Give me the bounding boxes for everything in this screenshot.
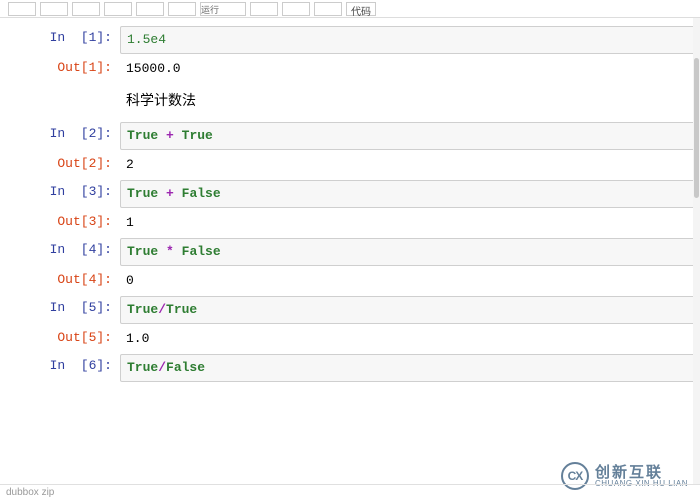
code-cell[interactable]: In [5]: True/True	[0, 296, 700, 324]
status-bar: dubbox zip	[0, 484, 700, 500]
toolbar-button[interactable]	[250, 2, 278, 16]
token-op: /	[158, 360, 166, 375]
cell-output: 0	[120, 268, 700, 294]
toolbar-button[interactable]	[40, 2, 68, 16]
toolbar-button[interactable]	[8, 2, 36, 16]
vertical-scrollbar[interactable]	[693, 18, 700, 484]
toolbar-button[interactable]	[314, 2, 342, 16]
code-cell[interactable]: In [6]: True/False	[0, 354, 700, 382]
code-input[interactable]: True/False	[120, 354, 700, 382]
out-prompt: Out[3]:	[0, 210, 120, 234]
cell-output: 1.0	[120, 326, 700, 352]
in-prompt: In [5]:	[0, 296, 120, 320]
toolbar-button[interactable]	[168, 2, 196, 16]
token-bool: False	[182, 186, 221, 201]
token-number: 1.5e4	[127, 32, 166, 47]
token-op: +	[166, 186, 174, 201]
in-prompt: In [3]:	[0, 180, 120, 204]
code-input[interactable]: True + True	[120, 122, 700, 150]
toolbar: 运行 代码	[0, 0, 700, 18]
in-prompt: In [1]:	[0, 26, 120, 50]
output-row: Out[2]: 2	[0, 152, 700, 178]
output-row: Out[4]: 0	[0, 268, 700, 294]
cell-output: 2	[120, 152, 700, 178]
out-prompt: Out[1]:	[0, 56, 120, 80]
token-bool: True	[127, 360, 158, 375]
run-button[interactable]: 运行	[200, 2, 246, 16]
cell-output: 1	[120, 210, 700, 236]
in-prompt: In [2]:	[0, 122, 120, 146]
code-cell[interactable]: In [2]: True + True	[0, 122, 700, 150]
code-input[interactable]: True * False	[120, 238, 700, 266]
code-input[interactable]: 1.5e4	[120, 26, 700, 54]
cell-type-select[interactable]: 代码	[346, 2, 376, 16]
in-prompt: In [4]:	[0, 238, 120, 262]
output-row: Out[5]: 1.0	[0, 326, 700, 352]
watermark-cn: 创新互联	[595, 465, 688, 480]
token-bool: True	[127, 128, 158, 143]
toolbar-button[interactable]	[72, 2, 100, 16]
token-bool: True	[166, 302, 197, 317]
markdown-cell[interactable]: 科学计数法	[0, 84, 700, 120]
footer-text: dubbox zip	[6, 487, 54, 498]
token-op: *	[166, 244, 174, 259]
token-bool: True	[127, 186, 158, 201]
output-row: Out[3]: 1	[0, 210, 700, 236]
markdown-text: 科学计数法	[120, 84, 700, 120]
in-prompt: In [6]:	[0, 354, 120, 378]
token-bool: True	[182, 128, 213, 143]
output-row: Out[1]: 15000.0	[0, 56, 700, 82]
out-prompt: Out[2]:	[0, 152, 120, 176]
token-bool: True	[127, 244, 158, 259]
code-cell[interactable]: In [4]: True * False	[0, 238, 700, 266]
out-prompt: Out[4]:	[0, 268, 120, 292]
token-bool: False	[166, 360, 205, 375]
token-bool: False	[182, 244, 221, 259]
token-op: /	[158, 302, 166, 317]
toolbar-button[interactable]	[136, 2, 164, 16]
out-prompt: Out[5]:	[0, 326, 120, 350]
cell-output: 15000.0	[120, 56, 700, 82]
code-cell[interactable]: In [3]: True + False	[0, 180, 700, 208]
scroll-thumb[interactable]	[694, 58, 699, 198]
toolbar-button[interactable]	[282, 2, 310, 16]
code-cell[interactable]: In [1]: 1.5e4	[0, 26, 700, 54]
code-input[interactable]: True + False	[120, 180, 700, 208]
code-input[interactable]: True/True	[120, 296, 700, 324]
notebook-area: In [1]: 1.5e4 Out[1]: 15000.0 科学计数法 In […	[0, 18, 700, 382]
toolbar-button[interactable]	[104, 2, 132, 16]
token-op: +	[166, 128, 174, 143]
token-bool: True	[127, 302, 158, 317]
